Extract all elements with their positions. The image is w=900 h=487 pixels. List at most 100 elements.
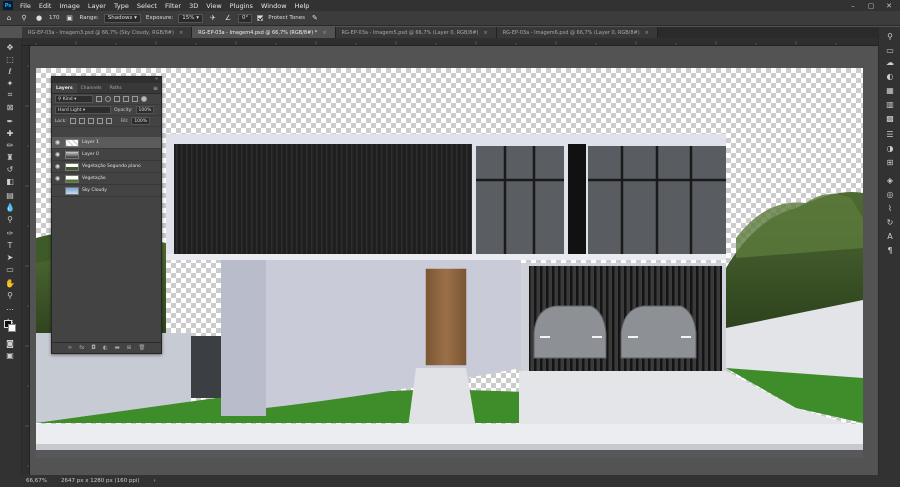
visibility-eye-icon[interactable]: ◉ [52,163,63,170]
eyedropper-tool-icon[interactable]: ✒ [4,116,16,126]
brush-preset-icon[interactable]: ● [34,13,44,23]
search-icon[interactable]: ⚲ [885,31,895,41]
frame-tool-icon[interactable]: ⊠ [4,102,16,112]
airbrush-icon[interactable]: ✈ [208,13,218,23]
new-layer-icon[interactable]: ⊞ [127,345,132,351]
type-tool-icon[interactable]: T [4,240,16,250]
kind-filter-select[interactable]: ⚲ Kind ▾ [55,95,93,103]
lock-artboard-icon[interactable] [96,118,103,124]
delete-layer-icon[interactable]: 🗑 [138,345,145,351]
marquee-tool-icon[interactable]: ⬚ [4,54,16,64]
menu-type[interactable]: Type [110,2,133,10]
add-mask-icon[interactable]: ◘ [91,345,95,351]
blur-tool-icon[interactable]: 💧 [4,202,16,212]
adjustment-filter-icon[interactable] [105,96,111,102]
move-tool-icon[interactable]: ✥ [4,42,16,52]
menu-select[interactable]: Select [133,2,161,10]
paragraph-panel-icon[interactable]: ¶ [885,245,895,255]
layer-row[interactable]: ◉ Vegetação Segundo plano [52,161,161,173]
filter-toggle-icon[interactable] [141,96,147,102]
visibility-eye-icon[interactable]: ◉ [52,187,63,194]
magic-wand-tool-icon[interactable]: ✦ [4,78,16,88]
layers-panel-icon[interactable]: ◈ [885,175,895,185]
type-filter-icon[interactable] [114,96,120,102]
tab-imagem5[interactable]: RG-EP-03a - Imagem5.psd @ 66,7% (Layer 0… [335,27,497,38]
lock-all-icon[interactable] [105,118,112,124]
zoom-tool-icon[interactable]: ⚲ [4,290,16,300]
layer-name[interactable]: Vegetação [82,176,106,181]
lasso-tool-icon[interactable]: ℓ [4,66,16,76]
layer-name[interactable]: Vegetação Segundo plano [82,164,141,169]
exposure-field[interactable]: 15% ▾ [178,13,203,23]
history-brush-tool-icon[interactable]: ↺ [4,164,16,174]
zoom-level[interactable]: 66,67% [26,478,47,484]
layer-row[interactable]: ◉ Layer 1 [52,137,161,149]
menu-3d[interactable]: 3D [185,2,202,10]
brush-size-value[interactable]: 170 [49,15,60,21]
menu-image[interactable]: Image [55,2,83,10]
gradient-tool-icon[interactable]: ▤ [4,190,16,200]
visibility-eye-icon[interactable]: ◉ [52,139,63,146]
blend-mode-select[interactable]: Hard Light ▾ [55,106,111,114]
document-info[interactable]: 2647 px x 1280 px (160 ppi) [61,478,140,484]
brush-tool-icon[interactable]: ✏ [4,140,16,150]
paths-panel-icon[interactable]: ⌇ [885,203,895,213]
clone-stamp-tool-icon[interactable]: ♜ [4,152,16,162]
eraser-tool-icon[interactable]: ◧ [4,176,16,186]
layer-name[interactable]: Sky Cloudy [82,188,107,193]
collapse-icon[interactable]: « [155,76,158,82]
adjustment-layer-icon[interactable]: ◐ [103,345,108,351]
layer-style-icon[interactable]: fx [79,345,84,351]
character-panel-icon[interactable]: A [885,231,895,241]
quick-mask-icon[interactable]: ◙ [4,338,16,348]
opacity-field[interactable]: 100% [135,106,155,114]
healing-brush-tool-icon[interactable]: ✚ [4,128,16,138]
properties-panel-icon[interactable]: ☰ [885,129,895,139]
layer-row[interactable]: ◉ Vegetação [52,173,161,185]
menu-help[interactable]: Help [291,2,314,10]
close-tab-icon[interactable]: × [179,30,183,36]
menu-view[interactable]: View [202,2,225,10]
visibility-eye-icon[interactable]: ◉ [52,175,63,182]
brush-settings-icon[interactable]: ▣ [65,13,75,23]
close-tab-icon[interactable]: × [322,30,326,36]
patterns-panel-icon[interactable]: ▩ [885,113,895,123]
learn-icon[interactable]: ☁ [885,57,895,67]
more-tools-icon[interactable]: … [4,302,16,312]
home-icon[interactable]: ⌂ [4,13,14,23]
tab-imagem3[interactable]: RG-EP-03a - Imagem3.psd @ 66,7% (Sky Clo… [22,27,193,38]
menu-file[interactable]: File [16,2,35,10]
pixel-filter-icon[interactable] [96,96,102,102]
layer-row[interactable]: ◉ Sky Cloudy [52,185,161,197]
layer-name[interactable]: Layer 0 [82,152,99,157]
tab-imagem4[interactable]: RG-EP-03a - Imagem4.psd @ 66,7% (RGB/8#)… [192,27,336,38]
swatches-panel-icon[interactable]: ▦ [885,85,895,95]
burn-tool-icon[interactable]: ⚲ [4,214,16,224]
status-arrow-icon[interactable]: › [154,478,156,484]
close-tab-icon[interactable]: × [645,30,649,36]
layer-name[interactable]: Layer 1 [82,140,99,145]
menu-filter[interactable]: Filter [161,2,185,10]
range-select[interactable]: Shadows ▾ [103,13,141,23]
fill-field[interactable]: 100% [131,117,151,125]
layer-row[interactable]: ◉ Layer 0 [52,149,161,161]
menu-window[interactable]: Window [257,2,291,10]
panel-arrange-icon[interactable]: ▭ [885,45,895,55]
screen-mode-icon[interactable]: ▣ [4,350,16,360]
link-layers-icon[interactable]: ∞ [68,345,73,351]
path-selection-tool-icon[interactable]: ➤ [4,252,16,262]
color-panel-icon[interactable]: ◐ [885,71,895,81]
menu-plugins[interactable]: Plugins [226,2,257,10]
libraries-panel-icon[interactable]: ⊞ [885,157,895,167]
shape-filter-icon[interactable] [123,96,129,102]
gradients-panel-icon[interactable]: ▥ [885,99,895,109]
menu-edit[interactable]: Edit [35,2,56,10]
burn-tool-icon[interactable]: ⚲ [19,13,29,23]
smart-object-filter-icon[interactable] [132,96,138,102]
pen-tool-icon[interactable]: ✑ [4,228,16,238]
maximize-icon[interactable]: ▢ [864,0,878,11]
lock-transparency-icon[interactable] [69,118,76,124]
tab-paths[interactable]: Paths [105,83,125,93]
history-panel-icon[interactable]: ↻ [885,217,895,227]
angle-field[interactable]: 0° [237,13,253,23]
